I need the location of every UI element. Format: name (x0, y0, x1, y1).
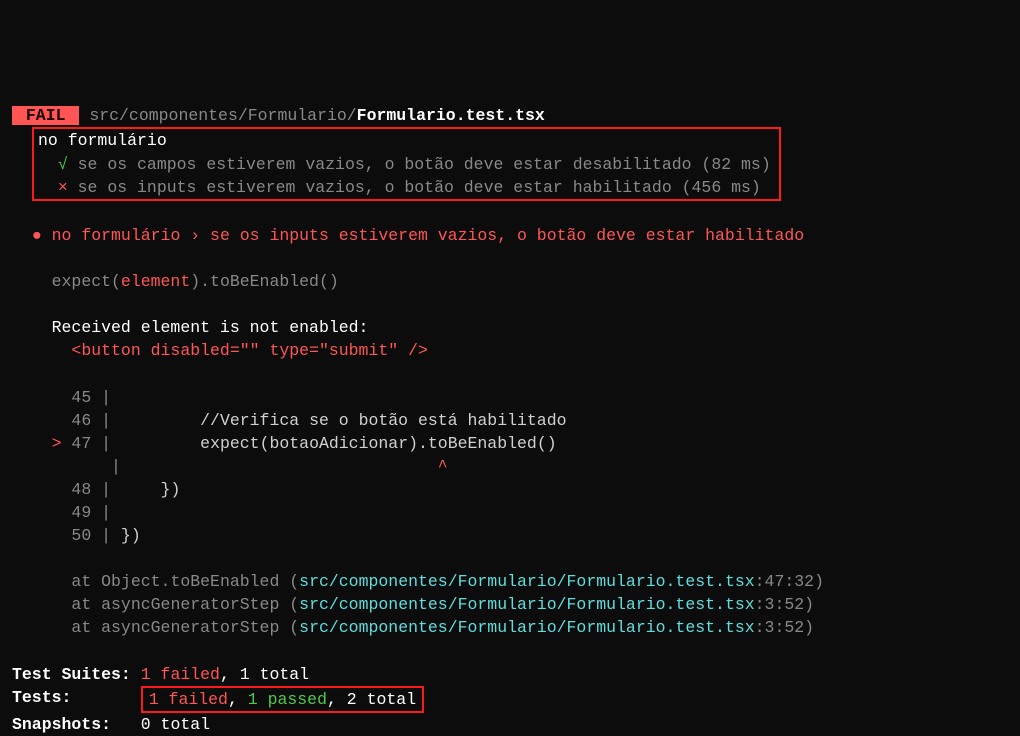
pass-icon: √ (58, 155, 68, 174)
line-49-num: 49 (52, 503, 92, 522)
caret-num (52, 457, 92, 476)
received-html: <button disabled="" type="submit" /> (52, 341, 428, 360)
fail-badge: FAIL (12, 106, 79, 125)
line-50-num: 50 (52, 526, 92, 545)
stack-2-loc: :3:52) (755, 595, 814, 614)
stack-3-path: src/componentes/Formulario/Formulario.te… (299, 618, 754, 637)
line-48-bar: | (91, 480, 111, 499)
expect-suffix: ).toBeEnabled() (190, 272, 339, 291)
line-47-code: expect(botaoAdicionar).toBeEnabled() (111, 434, 557, 453)
tests-failed: 1 failed (149, 690, 228, 709)
stack-3-loc: :3:52) (755, 618, 814, 637)
line-46-code: //Verifica se o botão está habilitado (111, 411, 566, 430)
line-47-bar: | (91, 434, 111, 453)
pointer-icon: > (52, 434, 62, 453)
line-48-num: 48 (52, 480, 92, 499)
fail-icon: × (58, 178, 68, 197)
received-msg: Received element is not enabled: (52, 318, 369, 337)
stack-1-prefix: at Object.toBeEnabled ( (71, 572, 299, 591)
line-47-num: 47 (62, 434, 92, 453)
tests-total: 2 total (347, 690, 416, 709)
line-45-num: 45 (52, 388, 92, 407)
stack-1-path: src/componentes/Formulario/Formulario.te… (299, 572, 754, 591)
bullet-icon: ● (32, 226, 42, 245)
caret-bar: | (101, 457, 121, 476)
tests-highlight-box: 1 failed, 1 passed, 2 total (141, 686, 424, 713)
line-46-num: 46 (52, 411, 92, 430)
line-49-bar: | (91, 503, 111, 522)
tests-sep2: , (327, 690, 347, 709)
snapshots-label: Snapshots: (12, 715, 141, 734)
line-50-bar: | (91, 526, 111, 545)
fail-test-name: se os inputs estiverem vazios, o botão d… (68, 178, 761, 197)
tests-label: Tests: (12, 688, 141, 707)
describe-name: no formulário (38, 131, 167, 150)
stack-1-loc: :47:32) (755, 572, 824, 591)
suite-highlight-box: no formulário √ se os campos estiverem v… (32, 127, 781, 200)
line-50-code: }) (111, 526, 141, 545)
suites-label: Test Suites: (12, 665, 141, 684)
line-45-bar: | (91, 388, 111, 407)
stack-2-prefix: at asyncGeneratorStep ( (71, 595, 299, 614)
line-48-code: }) (111, 480, 180, 499)
tests-sep1: , (228, 690, 248, 709)
line-46-bar: | (91, 411, 111, 430)
file-path-dir: src/componentes/Formulario/ (89, 106, 356, 125)
expect-element: element (121, 272, 190, 291)
suites-sep: , (220, 665, 240, 684)
failure-title: no formulário › se os inputs estiverem v… (42, 226, 804, 245)
caret-mark: ^ (121, 457, 448, 476)
suites-total: 1 total (240, 665, 309, 684)
file-path-name: Formulario.test.tsx (357, 106, 545, 125)
stack-2-path: src/componentes/Formulario/Formulario.te… (299, 595, 754, 614)
test-header: FAIL src/componentes/Formulario/Formular… (12, 106, 545, 125)
snapshots-total: 0 total (141, 715, 210, 734)
stack-3-prefix: at asyncGeneratorStep ( (71, 618, 299, 637)
suites-failed: 1 failed (141, 665, 220, 684)
pass-test-name: se os campos estiverem vazios, o botão d… (68, 155, 771, 174)
tests-passed: 1 passed (248, 690, 327, 709)
expect-prefix: expect( (52, 272, 121, 291)
